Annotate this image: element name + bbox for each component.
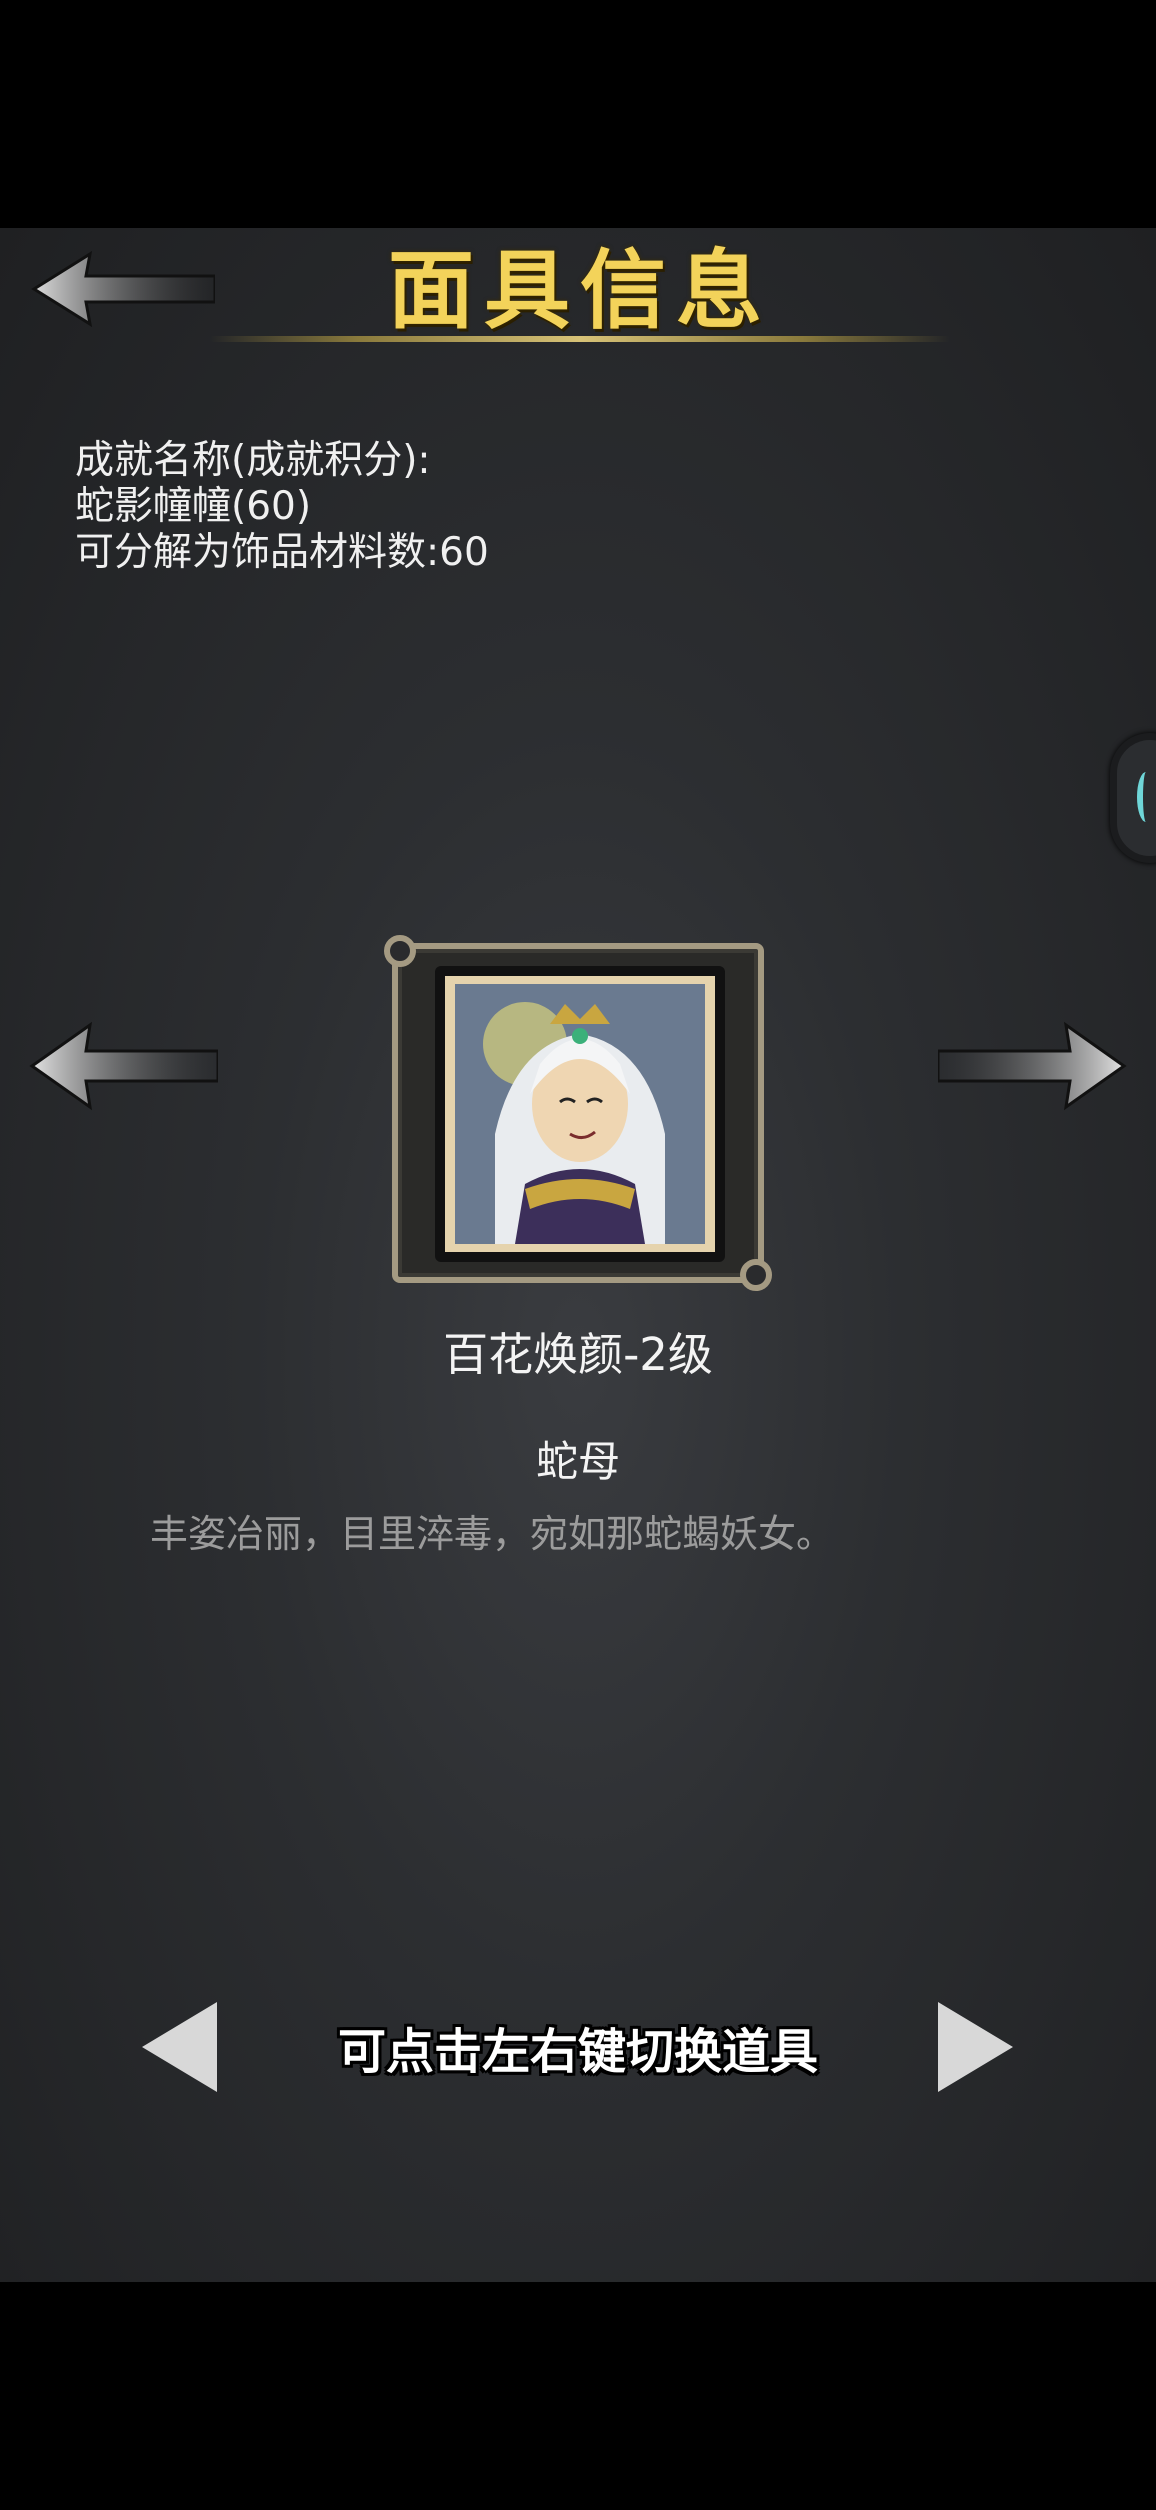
title-underline — [210, 336, 950, 342]
next-arrow-icon[interactable] — [938, 1021, 1128, 1111]
achievement-value: 蛇影幢幢(60) — [75, 484, 312, 529]
achievement-label: 成就名称(成就积分): — [75, 438, 431, 483]
decompose-materials: 可分解为饰品材料数:60 — [75, 530, 489, 575]
letterbox-top — [0, 0, 1156, 228]
switch-hint: 可点击左右键切换道具 — [337, 2024, 818, 2080]
previous-arrow-icon[interactable] — [28, 1021, 218, 1111]
mask-portrait-box — [435, 966, 725, 1262]
mask-description: 丰姿冶丽，目里淬毒，宛如那蛇蝎妖女。 — [150, 1512, 835, 1556]
mask-portrait — [445, 976, 715, 1252]
snake-mother-portrait — [455, 984, 705, 1244]
mask-name: 百花焕颜-2级 — [443, 1328, 713, 1381]
switch-left-button[interactable] — [142, 2002, 217, 2092]
mask-frame — [384, 935, 772, 1291]
letterbox-bottom — [0, 2282, 1156, 2510]
achievement-info: 成就名称(成就积分): 蛇影幢幢(60) 可分解为饰品材料数:60 — [75, 438, 775, 576]
switch-right-button[interactable] — [938, 2002, 1013, 2092]
back-arrow-icon[interactable] — [30, 250, 215, 328]
side-tab[interactable] — [1110, 733, 1156, 863]
mask-subtitle: 蛇母 — [535, 1437, 620, 1486]
page-title: 面具信息 — [388, 240, 772, 341]
side-tab-icon — [1137, 772, 1155, 822]
mask-info-screen: 面具信息 成就名称(成就积分): 蛇影幢幢(60) 可分解为饰品材料数:60 百… — [0, 228, 1156, 2282]
